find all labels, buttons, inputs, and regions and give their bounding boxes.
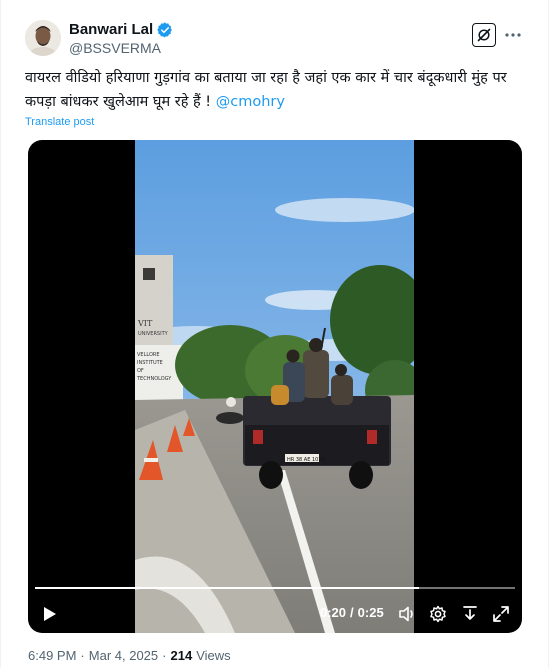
tweet-text: वायरल वीडियो हरियाणा गुड़गांव का बताया ज…: [25, 66, 525, 114]
time-separator: /: [350, 605, 354, 620]
post-date[interactable]: Mar 4, 2025: [89, 648, 158, 663]
meta-separator-2: ·: [162, 648, 167, 663]
settings-button[interactable]: [427, 603, 449, 625]
more-options-button[interactable]: [501, 23, 525, 47]
translate-post-link[interactable]: Translate post: [25, 116, 94, 128]
more-icon: [505, 33, 521, 37]
author-name-text[interactable]: Banwari Lal: [69, 21, 153, 38]
svg-text:INSTITUTE: INSTITUTE: [137, 360, 163, 366]
views-label: Views: [196, 648, 231, 663]
avatar-photo-icon: [25, 20, 61, 56]
svg-text:VELLORE: VELLORE: [137, 352, 160, 358]
download-icon: [463, 606, 477, 620]
play-button[interactable]: [40, 604, 60, 624]
picture-in-picture-button[interactable]: [459, 603, 481, 625]
svg-text:VIT: VIT: [137, 319, 153, 328]
video-frame: VIT UNIVERSITY VELLORE INSTITUTE OF TECH…: [135, 140, 414, 633]
svg-text:TECHNOLOGY: TECHNOLOGY: [136, 376, 172, 382]
svg-text:UNIVERSITY: UNIVERSITY: [138, 331, 169, 337]
video-duration: 0:25: [357, 605, 384, 620]
grok-icon: [477, 28, 491, 42]
meta-separator: ·: [80, 648, 85, 663]
mention-link[interactable]: @cmohry: [216, 94, 285, 110]
author-avatar[interactable]: [25, 20, 61, 56]
tweet-meta: 6:49 PM · Mar 4, 2025 · 214 Views: [28, 648, 231, 663]
svg-text:HR 38 AE 1010: HR 38 AE 1010: [287, 457, 325, 463]
video-player[interactable]: VIT UNIVERSITY VELLORE INSTITUTE OF TECH…: [28, 140, 522, 633]
video-progress-bar[interactable]: [35, 587, 515, 589]
video-progress-fill: [35, 587, 419, 589]
current-time: 0:20: [320, 605, 347, 620]
author-name[interactable]: Banwari Lal: [69, 21, 173, 38]
author-handle[interactable]: @BSSVERMA: [69, 40, 161, 56]
expand-icon: [493, 606, 509, 622]
volume-icon: [399, 606, 413, 622]
gear-icon: [430, 605, 446, 623]
fullscreen-button[interactable]: [490, 603, 512, 625]
play-icon: [44, 607, 56, 621]
views-count: 214: [170, 648, 193, 663]
svg-text:OF: OF: [137, 368, 144, 374]
post-time[interactable]: 6:49 PM: [28, 648, 76, 663]
tweet-card: Banwari Lal @BSSVERMA वायरल वीडियो हरिया…: [0, 0, 549, 668]
video-time: 0:20 / 0:25: [320, 605, 384, 620]
volume-button[interactable]: [396, 603, 418, 625]
verified-badge-icon: [157, 21, 173, 38]
grok-button[interactable]: [472, 23, 496, 47]
